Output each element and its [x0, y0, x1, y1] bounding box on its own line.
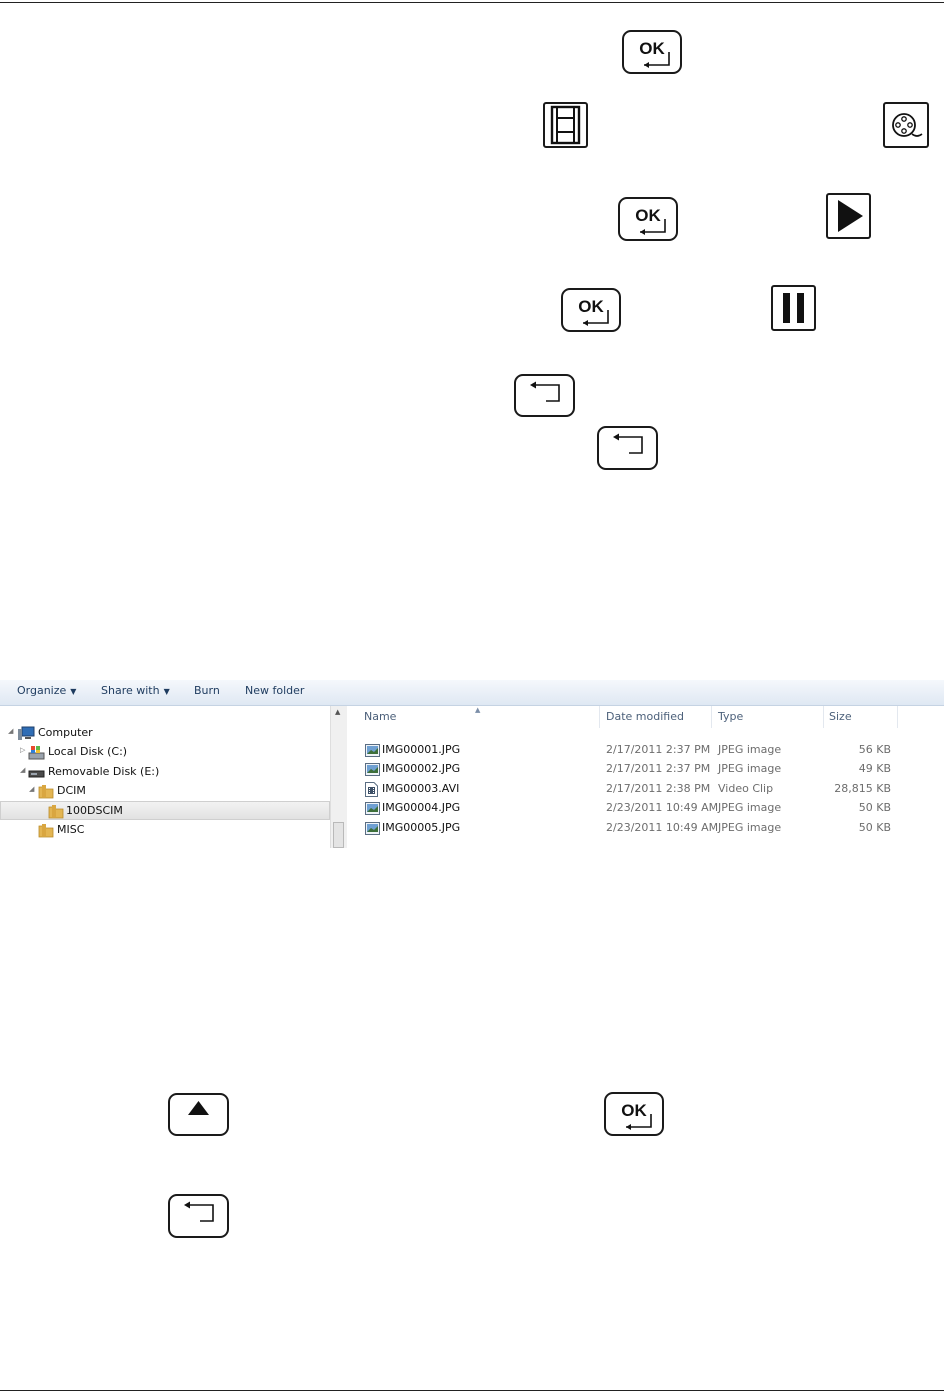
- ok-key: OK: [604, 1092, 664, 1136]
- removable-disk-icon: [28, 765, 46, 783]
- local-disk-icon: [28, 745, 46, 763]
- new-folder-button[interactable]: New folder: [245, 684, 304, 697]
- tree-item-dcim[interactable]: ◢ DCIM: [0, 782, 330, 801]
- file-name: IMG00004.JPG: [382, 801, 461, 814]
- image-file-icon: [365, 744, 380, 760]
- back-arrow-icon: [613, 433, 643, 454]
- burn-button[interactable]: Burn: [194, 684, 220, 697]
- file-size: 50 KB: [858, 821, 891, 834]
- tree-item-removable-disk[interactable]: ◢ Removable Disk (E:): [0, 763, 330, 782]
- folder-icon: [38, 823, 54, 841]
- up-arrow-icon: [188, 1101, 209, 1115]
- play-icon: [826, 193, 871, 239]
- bottom-rule: [0, 1390, 944, 1391]
- image-file-icon: [365, 802, 380, 818]
- dropdown-caret-icon: ▼: [70, 687, 77, 696]
- up-arrow-key: [168, 1093, 229, 1136]
- video-file-icon: [365, 782, 378, 800]
- computer-icon: [17, 726, 35, 744]
- file-date: 2/23/2011 10:49 AM: [606, 821, 719, 834]
- file-date: 2/17/2011 2:38 PM: [606, 782, 711, 795]
- column-separator[interactable]: [711, 706, 712, 728]
- film-strip-icon: [543, 102, 588, 148]
- organize-label: Organize: [17, 684, 67, 697]
- tree-item-label: 100DSCIM: [66, 804, 123, 817]
- file-date: 2/23/2011 10:49 AM: [606, 801, 719, 814]
- tree-item-100dscim[interactable]: 100DSCIM: [0, 801, 330, 820]
- back-key: [168, 1194, 229, 1238]
- file-size: 28,815 KB: [834, 782, 891, 795]
- file-row[interactable]: IMG00004.JPG 2/23/2011 10:49 AM JPEG ima…: [347, 799, 944, 818]
- file-name: IMG00002.JPG: [382, 762, 461, 775]
- file-date: 2/17/2011 2:37 PM: [606, 743, 711, 756]
- file-date: 2/17/2011 2:37 PM: [606, 762, 711, 775]
- file-row[interactable]: IMG00001.JPG 2/17/2011 2:37 PM JPEG imag…: [347, 741, 944, 760]
- scrollbar-thumb[interactable]: [333, 822, 344, 848]
- file-name: IMG00003.AVI: [382, 782, 460, 795]
- navigation-scrollbar[interactable]: ▲: [330, 706, 348, 848]
- column-header-type[interactable]: Type: [718, 710, 743, 728]
- column-separator[interactable]: [897, 706, 898, 728]
- back-key: [514, 374, 575, 417]
- command-bar: Organize ▼ Share with ▼ Burn New folder: [0, 680, 944, 706]
- file-row[interactable]: IMG00002.JPG 2/17/2011 2:37 PM JPEG imag…: [347, 760, 944, 779]
- navigation-pane: ◢ Computer ▷ Local Disk (C:) ◢ Removable…: [0, 706, 330, 848]
- file-type: JPEG image: [718, 821, 782, 834]
- tree-item-misc[interactable]: MISC: [0, 821, 330, 840]
- file-size: 56 KB: [858, 743, 891, 756]
- column-separator[interactable]: [599, 706, 600, 728]
- back-arrow-icon: [184, 1201, 214, 1222]
- tree-item-label: Local Disk (C:): [48, 745, 128, 758]
- file-row[interactable]: IMG00003.AVI 2/17/2011 2:38 PM Video Cli…: [347, 780, 944, 799]
- tree-item-label: Computer: [38, 726, 93, 739]
- tree-item-computer[interactable]: ◢ Computer: [0, 724, 330, 743]
- ok-key: OK: [622, 30, 682, 74]
- tree-item-local-disk[interactable]: ▷ Local Disk (C:): [0, 743, 330, 762]
- return-arrow-icon: [640, 219, 666, 235]
- column-header-date[interactable]: Date modified: [606, 710, 684, 728]
- return-arrow-icon: [644, 52, 670, 68]
- share-with-label: Share with: [101, 684, 160, 697]
- tree-item-label: Removable Disk (E:): [48, 765, 160, 778]
- ok-key: OK: [618, 197, 678, 241]
- back-key: [597, 426, 658, 470]
- file-name: IMG00001.JPG: [382, 743, 461, 756]
- file-type: JPEG image: [718, 762, 782, 775]
- column-header-size[interactable]: Size: [829, 710, 852, 728]
- pause-icon: [771, 285, 816, 331]
- file-row[interactable]: IMG00005.JPG 2/23/2011 10:49 AM JPEG ima…: [347, 819, 944, 838]
- file-type: JPEG image: [718, 743, 782, 756]
- dropdown-caret-icon: ▼: [163, 687, 170, 696]
- expand-triangle-icon[interactable]: ◢: [8, 727, 13, 735]
- tree-item-label: MISC: [57, 823, 85, 836]
- file-type: JPEG image: [718, 801, 782, 814]
- file-size: 49 KB: [858, 762, 891, 775]
- share-with-button[interactable]: Share with ▼: [101, 684, 170, 697]
- film-reel-icon: [883, 102, 929, 148]
- back-arrow-icon: [530, 381, 560, 402]
- sort-ascending-icon: ▲: [475, 706, 481, 714]
- file-explorer-window: Organize ▼ Share with ▼ Burn New folder ◢ …: [0, 680, 944, 848]
- file-list-pane: Name ▲ Date modified Type Size IMG00001.…: [347, 706, 944, 848]
- expand-triangle-icon[interactable]: ◢: [29, 785, 34, 793]
- return-arrow-icon: [583, 310, 609, 326]
- folder-icon: [38, 784, 54, 802]
- file-name: IMG00005.JPG: [382, 821, 461, 834]
- return-arrow-icon: [626, 1114, 652, 1130]
- folder-icon: [48, 804, 64, 822]
- tree-item-label: DCIM: [57, 784, 86, 797]
- image-file-icon: [365, 763, 380, 779]
- image-file-icon: [365, 822, 380, 838]
- expand-triangle-icon[interactable]: ◢: [20, 766, 25, 774]
- collapsed-triangle-icon[interactable]: ▷: [20, 746, 25, 754]
- ok-key: OK: [561, 288, 621, 332]
- scroll-up-icon[interactable]: ▲: [335, 708, 340, 716]
- column-separator[interactable]: [823, 706, 824, 728]
- column-header-name[interactable]: Name: [364, 710, 396, 728]
- top-rule: [0, 2, 944, 3]
- file-type: Video Clip: [718, 782, 774, 795]
- organize-button[interactable]: Organize ▼: [17, 684, 76, 697]
- file-size: 50 KB: [858, 801, 891, 814]
